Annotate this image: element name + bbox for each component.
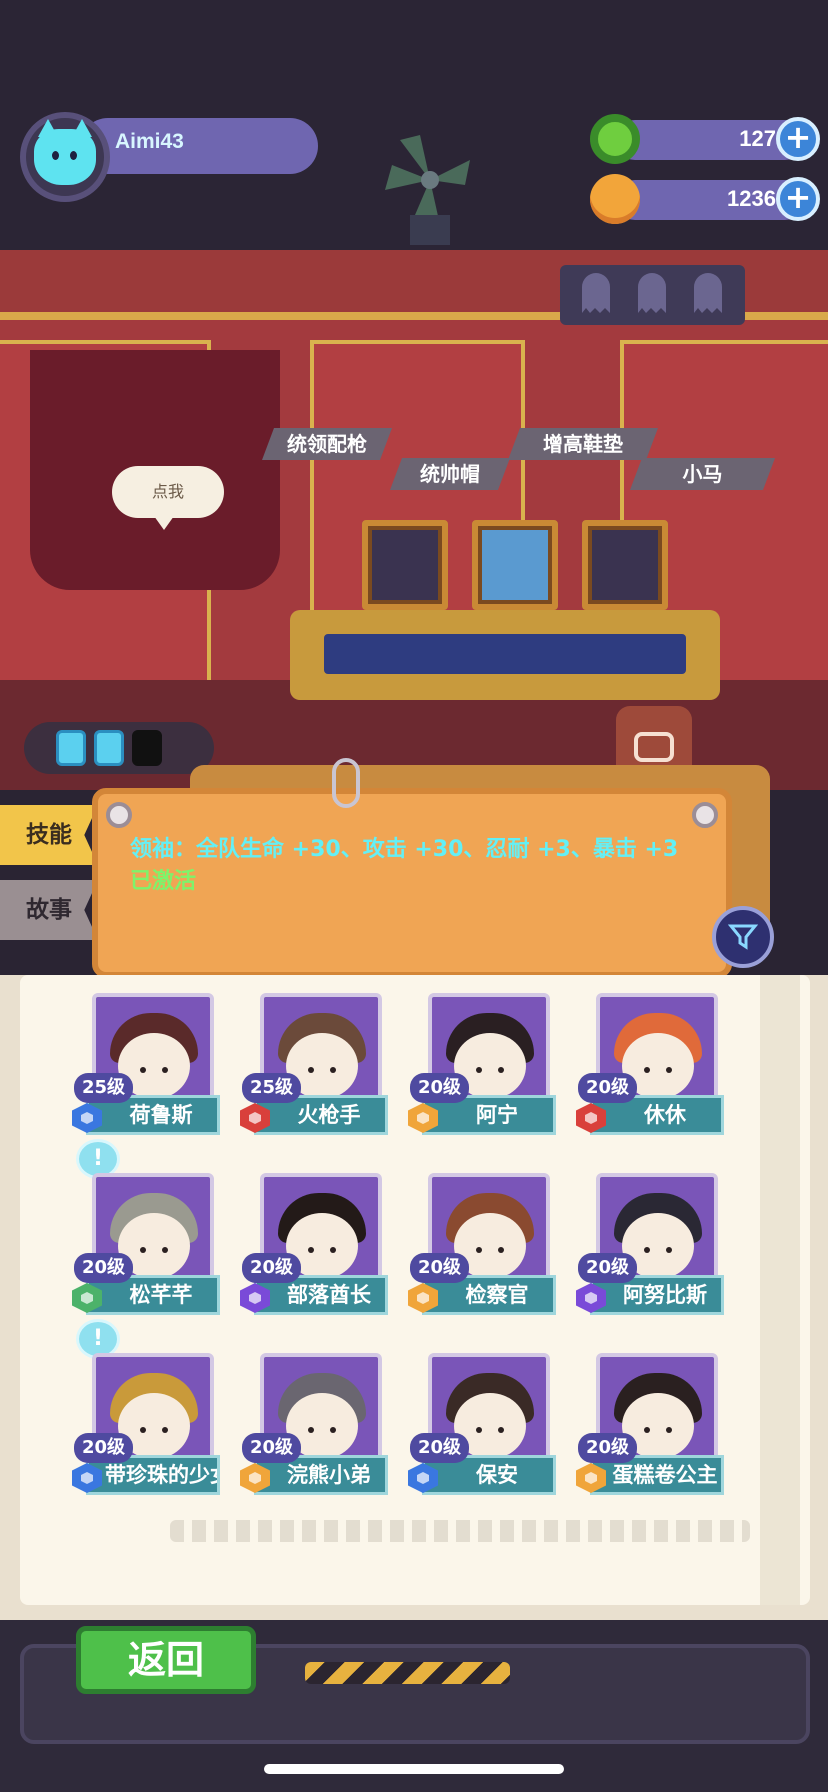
donut-count: 127 bbox=[739, 126, 776, 151]
character-level: 20级 bbox=[410, 1433, 470, 1463]
character-card[interactable]: 检察官 20级 bbox=[408, 1173, 568, 1345]
currency-donut: 127 + bbox=[590, 114, 820, 164]
character-level: 20级 bbox=[242, 1433, 302, 1463]
add-planet-coin-button[interactable]: + bbox=[776, 177, 820, 221]
character-level: 20级 bbox=[578, 1073, 638, 1103]
energy-cell-empty bbox=[132, 730, 162, 766]
fan-decoration bbox=[385, 135, 470, 245]
portrait-frame[interactable] bbox=[582, 520, 668, 610]
chat-icon bbox=[634, 732, 674, 762]
character-level: 25级 bbox=[74, 1073, 134, 1103]
skill-status: 已激活 bbox=[130, 869, 197, 894]
item-tag-hat[interactable]: 统帅帽 bbox=[390, 458, 510, 490]
ghost-display-panel bbox=[560, 265, 745, 325]
character-level: 20级 bbox=[74, 1433, 134, 1463]
item-tag-insoles[interactable]: 增高鞋垫 bbox=[508, 428, 658, 460]
skill-board: 领袖：全队生命 +30、攻击 +30、忍耐 +3、暴击 +3 已激活 bbox=[92, 788, 732, 978]
blurred-caption bbox=[170, 1520, 750, 1542]
skill-text: 领袖：全队生命 +30、攻击 +30、忍耐 +3、暴击 +3 bbox=[130, 837, 679, 862]
skill-description: 领袖：全队生命 +30、攻击 +30、忍耐 +3、暴击 +3 已激活 bbox=[130, 834, 696, 898]
home-indicator[interactable] bbox=[264, 1764, 564, 1774]
hazard-stripe bbox=[305, 1662, 510, 1684]
speech-bubble[interactable]: 点我 bbox=[112, 466, 224, 530]
player-name: Aimi43 bbox=[115, 130, 184, 153]
character-card[interactable]: 保安 20级 bbox=[408, 1353, 568, 1525]
planet-coin-count: 1236 bbox=[727, 186, 776, 211]
character-level: 25级 bbox=[242, 1073, 302, 1103]
cat-avatar-icon bbox=[34, 119, 96, 185]
portrait-frame[interactable] bbox=[362, 520, 448, 610]
character-card[interactable]: 火枪手 25级 bbox=[240, 993, 400, 1165]
tab-story[interactable]: 故事 bbox=[0, 880, 98, 940]
filter-icon bbox=[728, 924, 758, 950]
character-level: 20级 bbox=[578, 1433, 638, 1463]
pin-icon bbox=[106, 802, 132, 828]
donut-icon bbox=[590, 114, 640, 164]
energy-cell bbox=[94, 730, 124, 766]
character-card[interactable]: 阿努比斯 20级 bbox=[576, 1173, 736, 1345]
portrait-frame[interactable] bbox=[472, 520, 558, 610]
character-level: 20级 bbox=[410, 1253, 470, 1283]
planet-coin-icon bbox=[590, 174, 640, 224]
character-card[interactable]: ! 带珍珠的少女 20级 bbox=[72, 1319, 232, 1525]
tab-skill[interactable]: 技能 bbox=[0, 805, 98, 865]
character-card[interactable]: 部落酋长 20级 bbox=[240, 1173, 400, 1345]
player-avatar[interactable] bbox=[20, 112, 110, 202]
player-profile[interactable]: Aimi43 bbox=[20, 112, 318, 202]
paper-clip-icon bbox=[332, 758, 360, 808]
character-level: 20级 bbox=[410, 1073, 470, 1103]
character-card[interactable]: 浣熊小弟 20级 bbox=[240, 1353, 400, 1525]
energy-cell bbox=[56, 730, 86, 766]
character-card[interactable]: 休休 20级 bbox=[576, 993, 736, 1165]
currency-planet-coin: 1236 + bbox=[590, 174, 820, 224]
desk bbox=[290, 610, 720, 700]
item-tag-pony[interactable]: 小马 bbox=[630, 458, 775, 490]
character-level: 20级 bbox=[242, 1253, 302, 1283]
character-card[interactable]: 阿宁 20级 bbox=[408, 993, 568, 1165]
energy-meter bbox=[24, 722, 214, 774]
filter-button[interactable] bbox=[712, 906, 774, 968]
character-level: 20级 bbox=[74, 1253, 134, 1283]
pin-icon bbox=[692, 802, 718, 828]
add-donut-button[interactable]: + bbox=[776, 117, 820, 161]
character-level: 20级 bbox=[578, 1253, 638, 1283]
character-card[interactable]: 蛋糕卷公主 20级 bbox=[576, 1353, 736, 1525]
item-tag-gun[interactable]: 统领配枪 bbox=[262, 428, 392, 460]
back-button[interactable]: 返回 bbox=[76, 1626, 256, 1694]
